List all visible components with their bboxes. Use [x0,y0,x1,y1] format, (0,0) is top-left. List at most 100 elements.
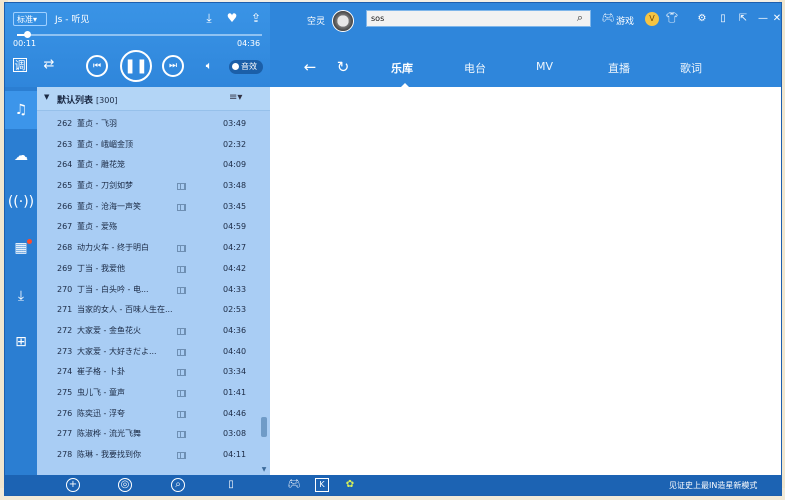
song-row[interactable]: 264 董贞 - 雕花笼 04:09 [37,155,259,176]
song-duration: 04:09 [223,160,247,170]
mv-film-icon[interactable] [177,410,186,418]
tab-music-library[interactable]: 乐库 [391,60,413,76]
gift-icon[interactable]: ✿ [343,478,357,492]
gamepad-icon[interactable]: 🎮︎ [601,12,615,26]
search-input[interactable]: sos [366,10,591,27]
caret-down-icon[interactable]: ▼ [44,93,49,101]
mv-film-icon[interactable] [177,327,186,335]
user-name[interactable]: 空灵 [307,14,325,27]
download-icon[interactable]: ⤓ [202,11,216,25]
sound-effect-toggle[interactable]: 音效 [229,60,263,74]
player-panel: 标准▾ Js - 听见 ⤓ ♥ ⇪ 00:11 04:36 调 ⇄ ⏮ ❚❚ ⏭… [5,3,270,87]
apps-icon[interactable]: ⊞ [5,323,37,361]
mv-film-icon[interactable] [177,286,186,294]
games-link[interactable]: 游戏 [616,14,634,27]
song-duration: 04:46 [223,408,247,418]
heart-icon[interactable]: ♥ [225,11,239,25]
next-track-icon[interactable]: ⏭ [162,55,184,77]
add-icon[interactable]: + [66,478,80,492]
progress-knob[interactable] [23,31,31,38]
pause-icon[interactable]: ❚❚ [120,50,152,82]
song-row[interactable]: 276 陈奕迅 - 浮夸 04:46 [37,404,259,425]
back-arrow-icon[interactable]: ← [301,58,319,76]
song-name: 丁当 - 我爱他 [77,263,125,273]
phone-icon[interactable]: ▯ [224,478,238,492]
search-list-icon[interactable]: ⌕ [171,478,185,492]
song-row[interactable]: 268 动力火车 - 终于明白 04:27 [37,238,259,259]
song-duration: 03:49 [223,119,247,128]
game-controller-icon[interactable]: 🎮︎ [287,478,301,492]
volume-icon[interactable]: 🔈︎ [201,58,217,74]
playlist-panel: ▼ 默认列表 [300] ≡▾ 262 董贞 - 飞羽 03:49 263 董贞 - 峨嵋… [37,87,270,475]
song-row[interactable]: 265 董贞 - 刀剑如梦 03:48 [37,176,259,197]
total-time: 04:36 [237,39,261,48]
tab-radio[interactable]: 电台 [464,60,486,76]
download-manager-icon[interactable]: ⤓ [5,277,37,315]
song-row[interactable]: 266 董贞 - 沧海一声笑 03:45 [37,197,259,218]
play-order-icon[interactable]: ⇄ [41,57,57,73]
k-song-icon[interactable]: K [315,478,329,492]
progress-bar[interactable] [17,31,262,38]
song-row[interactable]: 270 丁当 - 白头吟 - 电... 04:33 [37,280,259,301]
share-icon[interactable]: ⇪ [249,11,263,25]
scroll-down-icon[interactable]: ▼ [260,466,268,473]
radio-icon[interactable]: ((·)) [5,183,37,221]
music-note-icon[interactable]: ♫ [5,91,37,129]
list-menu-icon[interactable]: ≡▾ [229,92,242,103]
mv-film-icon[interactable] [177,389,186,397]
song-row[interactable]: 269 丁当 - 我爱他 04:42 [37,259,259,280]
playlist-header[interactable]: ▼ 默认列表 [300] ≡▾ [37,87,270,111]
locate-icon[interactable]: ◎ [118,478,132,492]
minimize-icon[interactable]: — [756,12,770,26]
mini-mode-icon[interactable]: ⇱ [736,12,750,26]
sound-effect-label: 音效 [241,62,257,71]
toggle-dot [232,63,239,70]
calendar-icon[interactable]: ▦ [5,229,37,267]
mv-film-icon[interactable] [177,348,186,356]
song-number: 274 [57,367,73,377]
mobile-icon[interactable]: ▯ [716,12,730,26]
scroll-thumb[interactable] [261,417,267,437]
cloud-icon[interactable]: ☁ [5,137,37,175]
song-row[interactable]: 262 董贞 - 飞羽 03:49 [37,114,259,135]
song-row[interactable]: 263 董贞 - 峨嵋金顶 02:32 [37,135,259,156]
mode-dropdown[interactable]: 标准▾ [13,12,47,26]
bottom-bar: + ◎ ⌕ ▯ 🎮︎ K ✿ 见证史上最IN造星新模式 [5,475,781,495]
song-row[interactable]: 267 董贞 - 爱殇 04:59 [37,217,259,238]
mv-film-icon[interactable] [177,369,186,377]
mv-film-icon[interactable] [177,203,186,211]
song-duration: 03:48 [223,181,247,191]
mv-film-icon[interactable] [177,431,186,439]
skin-icon[interactable]: 👕︎ [665,12,679,26]
tab-live[interactable]: 直播 [608,60,630,76]
refresh-icon[interactable]: ↻ [334,58,352,76]
gear-icon[interactable]: ⚙ [695,12,709,26]
promo-text[interactable]: 见证史上最IN造星新模式 [669,480,757,491]
song-row[interactable]: 274 崔子格 - 卜卦 03:34 [37,362,259,383]
song-row[interactable]: 273 大家爱 - 大好きだよ... 04:40 [37,342,259,363]
previous-track-icon[interactable]: ⏮ [86,55,108,77]
song-row[interactable]: 277 陈淑桦 - 流光飞舞 03:08 [37,424,259,445]
avatar[interactable] [332,10,354,32]
song-number: 265 [57,181,73,191]
lyrics-icon[interactable]: 调 [13,58,27,72]
search-icon[interactable]: ⌕ [572,10,588,26]
vip-icon[interactable]: V [645,12,659,26]
song-duration: 01:41 [223,387,247,397]
song-row[interactable]: 271 当家的女人 - 百味人生在... 02:53 [37,300,259,321]
close-icon[interactable]: ✕ [770,12,781,26]
main-header: 空灵 sos ⌕ 🎮︎ 游戏 V 👕︎ ⚙ ▯ ⇱ — ✕ ← ↻ 乐库 电台 … [270,3,781,88]
song-name: 董贞 - 峨嵋金顶 [77,139,133,149]
mv-film-icon[interactable] [177,452,186,459]
mv-film-icon[interactable] [177,183,186,191]
song-list: 262 董贞 - 飞羽 03:49 263 董贞 - 峨嵋金顶 02:32 264 董贞 - … [37,114,259,466]
mv-film-icon[interactable] [177,265,186,273]
song-row[interactable]: 272 大家爱 - 金鱼花火 04:36 [37,321,259,342]
song-row[interactable]: 278 陈琳 - 我要找到你 04:11 [37,445,259,466]
tab-lyrics[interactable]: 歌词 [680,60,702,76]
scrollbar[interactable]: ▼ [260,111,268,475]
song-name: 陈奕迅 - 浮夸 [77,408,125,418]
tab-mv[interactable]: MV [536,60,553,73]
mv-film-icon[interactable] [177,245,186,253]
song-row[interactable]: 275 虫儿飞 - 童声 01:41 [37,383,259,404]
